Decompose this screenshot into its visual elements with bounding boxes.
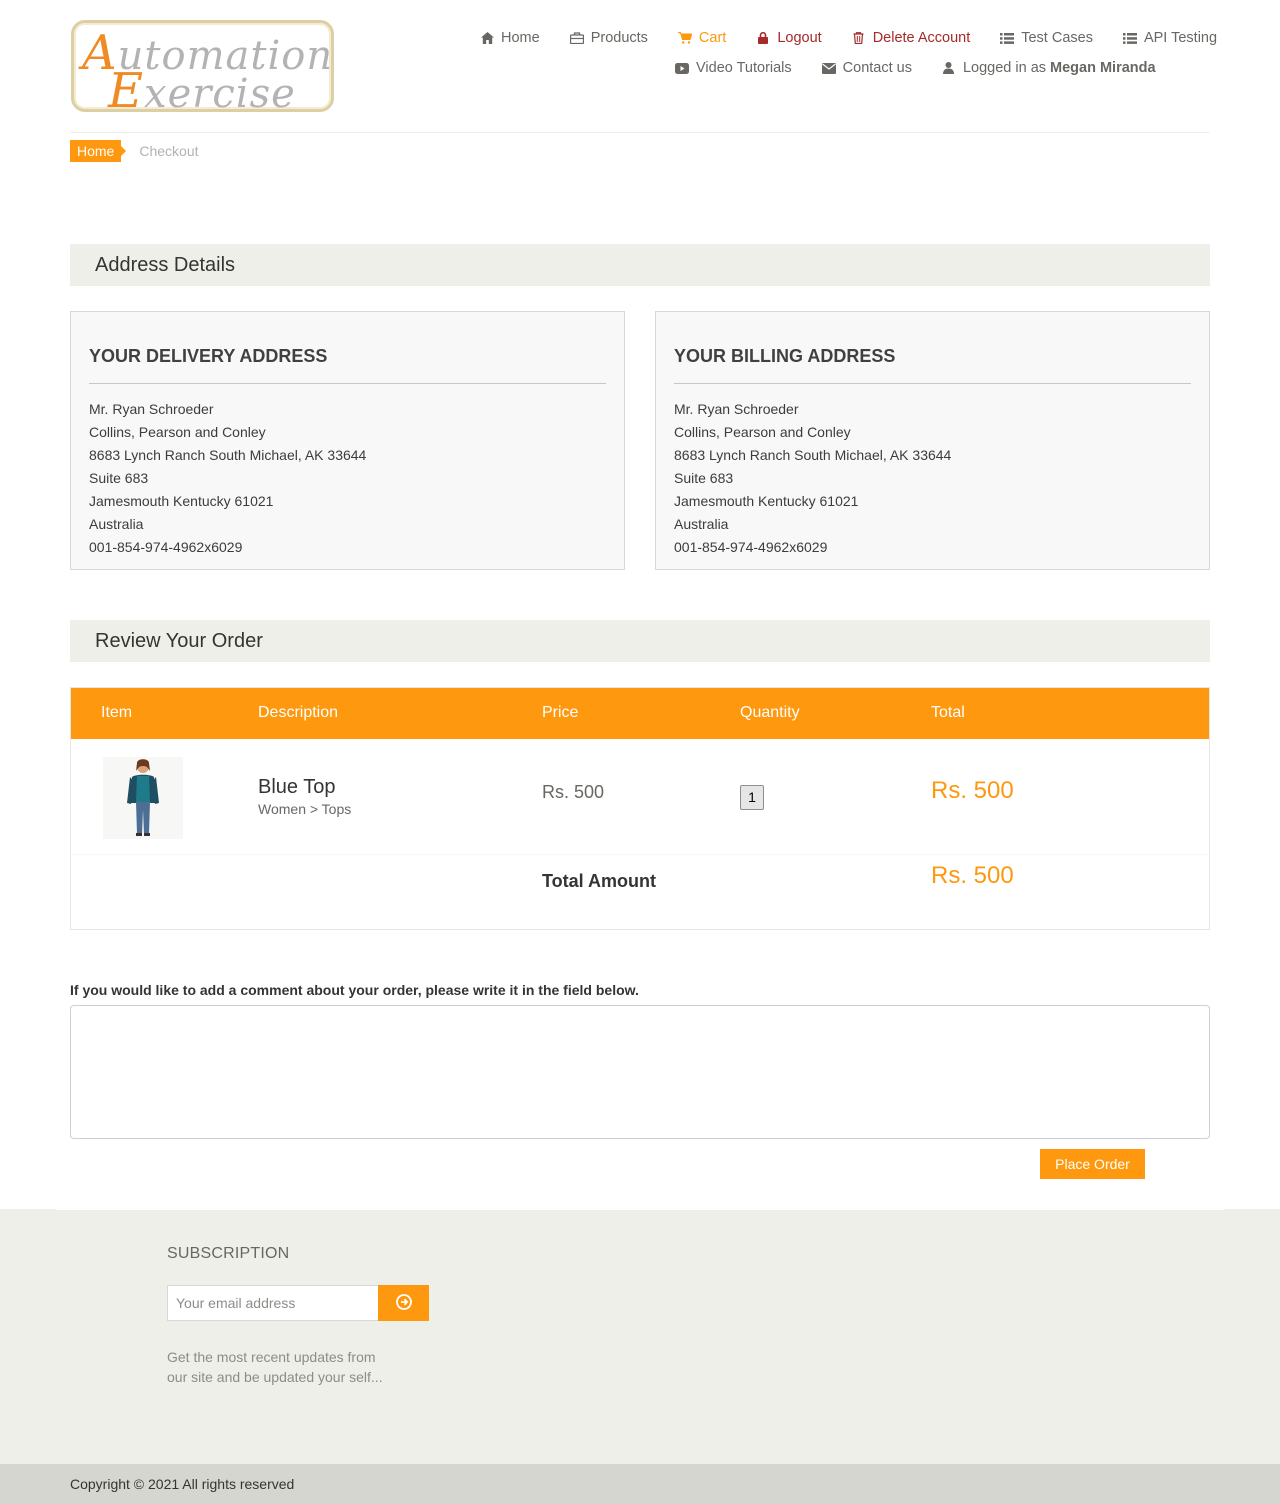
nav-test-cases[interactable]: Test Cases bbox=[1000, 30, 1093, 46]
delivery-phone: 001-854-974-4962x6029 bbox=[89, 539, 243, 555]
delivery-address-lines: Mr. Ryan Schroeder Collins, Pearson and … bbox=[89, 398, 606, 559]
review-order-heading: Review Your Order bbox=[70, 620, 1210, 662]
billing-address2: Suite 683 bbox=[674, 470, 734, 486]
total-amount-label: Total Amount bbox=[542, 871, 656, 891]
logo-cap-e: E bbox=[108, 63, 145, 119]
nav-cart-label: Cart bbox=[698, 30, 727, 46]
delivery-company: Collins, Pearson and Conley bbox=[89, 424, 266, 440]
main-nav: Home Products Cart Logout Delete Account… bbox=[480, 30, 1280, 46]
delivery-city-state-zip: Jamesmouth Kentucky 61021 bbox=[89, 493, 274, 509]
billing-company: Collins, Pearson and Conley bbox=[674, 424, 851, 440]
trash-icon bbox=[852, 31, 866, 45]
list-icon bbox=[1122, 31, 1137, 45]
billing-country: Australia bbox=[674, 516, 729, 532]
header-price: Price bbox=[542, 704, 579, 721]
breadcrumb-current: Checkout bbox=[139, 143, 199, 159]
logged-in-username: Megan Miranda bbox=[1050, 60, 1156, 76]
nav-cart[interactable]: Cart bbox=[677, 30, 727, 46]
nav-api-testing-label: API Testing bbox=[1143, 30, 1218, 46]
subscription-email-input[interactable] bbox=[167, 1285, 379, 1321]
billing-address-title: YOUR BILLING ADDRESS bbox=[674, 346, 1191, 384]
nav-contact-us-label: Contact us bbox=[842, 60, 912, 76]
delivery-address-title: YOUR DELIVERY ADDRESS bbox=[89, 346, 606, 384]
product-image[interactable] bbox=[103, 757, 183, 839]
nav-logged-in: Logged in as Megan Miranda bbox=[942, 60, 1156, 76]
nav-logout[interactable]: Logout bbox=[756, 30, 822, 46]
billing-city-state-zip: Jamesmouth Kentucky 61021 bbox=[674, 493, 859, 509]
header-description: Description bbox=[258, 704, 339, 721]
nav-products[interactable]: Products bbox=[569, 30, 648, 46]
site-logo[interactable]: Automation Exercise bbox=[71, 20, 334, 119]
delivery-address1: 8683 Lynch Ranch South Michael, AK 33644 bbox=[89, 447, 367, 463]
product-name-link[interactable]: Blue Top bbox=[258, 776, 335, 799]
briefcase-icon bbox=[569, 31, 584, 45]
header-total: Total bbox=[931, 704, 965, 721]
copyright-text: Copyright © 2021 All rights reserved bbox=[70, 1476, 295, 1492]
copyright-bar: Copyright © 2021 All rights reserved bbox=[0, 1464, 1280, 1504]
nav-api-testing[interactable]: API Testing bbox=[1122, 30, 1218, 46]
breadcrumb: Home Checkout bbox=[70, 140, 199, 162]
nav-delete-account[interactable]: Delete Account bbox=[852, 30, 971, 46]
secondary-nav: Video Tutorials Contact us Logged in as M… bbox=[675, 60, 1280, 76]
logged-in-prefix: Logged in as bbox=[962, 60, 1047, 76]
nav-contact-us[interactable]: Contact us bbox=[821, 60, 912, 76]
billing-address-box: YOUR BILLING ADDRESS Mr. Ryan Schroeder … bbox=[655, 311, 1210, 570]
header-divider bbox=[70, 132, 1210, 133]
product-price: Rs. 500 bbox=[542, 782, 605, 802]
billing-address1: 8683 Lynch Ranch South Michael, AK 33644 bbox=[674, 447, 952, 463]
subscription-text: Get the most recent updates from our sit… bbox=[167, 1349, 383, 1385]
place-order-button[interactable]: Place Order bbox=[1040, 1149, 1145, 1179]
nav-video-tutorials[interactable]: Video Tutorials bbox=[675, 60, 792, 76]
nav-video-tutorials-label: Video Tutorials bbox=[696, 60, 792, 76]
nav-delete-account-label: Delete Account bbox=[872, 30, 971, 46]
footer: SUBSCRIPTION Get the most recent updates… bbox=[0, 1209, 1280, 1464]
nav-home[interactable]: Home bbox=[480, 30, 540, 46]
home-icon bbox=[480, 31, 494, 45]
cart-icon bbox=[677, 31, 692, 45]
lock-icon bbox=[756, 31, 770, 45]
billing-address-lines: Mr. Ryan Schroeder Collins, Pearson and … bbox=[674, 398, 1191, 559]
table-row: Blue Top Women > Tops Rs. 500 1 Rs. 500 bbox=[71, 739, 1209, 855]
logo-word-2: xercise bbox=[144, 71, 296, 117]
nav-products-label: Products bbox=[590, 30, 648, 46]
youtube-play-icon bbox=[675, 61, 689, 75]
delivery-address2: Suite 683 bbox=[89, 470, 149, 486]
quantity-button[interactable]: 1 bbox=[740, 785, 764, 810]
breadcrumb-home[interactable]: Home bbox=[70, 140, 127, 162]
nav-logout-label: Logout bbox=[777, 30, 822, 46]
list-icon bbox=[1000, 31, 1015, 45]
nav-test-cases-label: Test Cases bbox=[1021, 30, 1093, 46]
delivery-country: Australia bbox=[89, 516, 144, 532]
delivery-name: Mr. Ryan Schroeder bbox=[89, 401, 214, 417]
footer-divider bbox=[56, 1209, 1224, 1210]
arrow-circle-right-icon bbox=[395, 1293, 412, 1313]
order-table: Item Description Price Quantity Total Bl… bbox=[70, 687, 1210, 930]
billing-phone: 001-854-974-4962x6029 bbox=[674, 539, 828, 555]
delivery-address-box: YOUR DELIVERY ADDRESS Mr. Ryan Schroeder… bbox=[70, 311, 625, 570]
nav-home-label: Home bbox=[501, 30, 540, 46]
header-item: Item bbox=[101, 704, 133, 721]
order-table-header: Item Description Price Quantity Total bbox=[71, 688, 1209, 739]
address-details-heading: Address Details bbox=[70, 244, 1210, 286]
order-comment-textarea[interactable] bbox=[70, 1005, 1210, 1139]
header-quantity: Quantity bbox=[740, 704, 800, 721]
subscription-title: SUBSCRIPTION bbox=[167, 1245, 290, 1262]
subscribe-button[interactable] bbox=[378, 1285, 429, 1321]
billing-name: Mr. Ryan Schroeder bbox=[674, 401, 799, 417]
product-category: Women > Tops bbox=[258, 801, 352, 817]
header: Automation Exercise Home Products Cart L… bbox=[0, 0, 1280, 133]
user-icon bbox=[942, 61, 956, 75]
total-amount-value: Rs. 500 bbox=[931, 862, 1014, 889]
product-total: Rs. 500 bbox=[931, 777, 1014, 804]
envelope-icon bbox=[821, 61, 836, 75]
comment-label: If you would like to add a comment about… bbox=[70, 982, 639, 998]
